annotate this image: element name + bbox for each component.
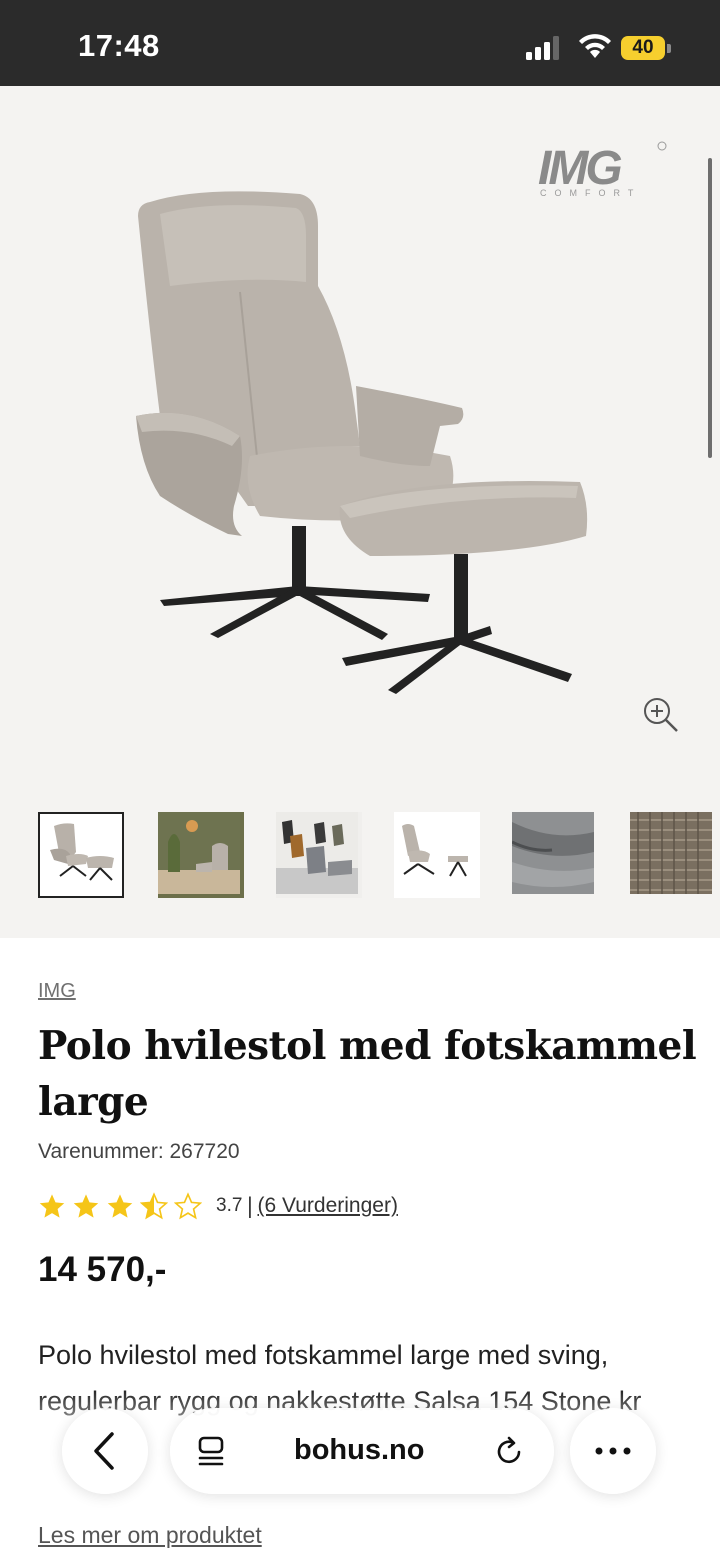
zoom-icon[interactable] bbox=[640, 694, 682, 736]
rating-count-link[interactable]: (6 Vurderinger) bbox=[258, 1194, 398, 1218]
battery-icon: 40 bbox=[621, 36, 671, 60]
rating-separator: | bbox=[246, 1194, 254, 1218]
rating-row: 3.7 | (6 Vurderinger) bbox=[38, 1190, 398, 1222]
read-more-link[interactable]: Les mer om produktet bbox=[38, 1522, 262, 1549]
reload-icon[interactable] bbox=[494, 1434, 526, 1468]
chevron-left-icon bbox=[94, 1432, 114, 1470]
signal-icon bbox=[526, 36, 559, 60]
address-bar[interactable]: bohus.no bbox=[170, 1408, 554, 1494]
thumbnail-4[interactable] bbox=[394, 812, 480, 898]
thumbnail-6[interactable] bbox=[630, 812, 716, 898]
star-full-icon bbox=[73, 1194, 99, 1218]
brand-link[interactable]: IMG bbox=[38, 980, 76, 1003]
star-full-icon bbox=[107, 1194, 133, 1218]
product-gallery[interactable]: IMG COMFORT bbox=[0, 86, 720, 938]
rating-stars bbox=[38, 1192, 208, 1220]
product-price: 14 570,- bbox=[38, 1250, 167, 1289]
status-time: 17:48 bbox=[78, 28, 160, 63]
thumbnail-5[interactable] bbox=[512, 812, 598, 898]
back-button[interactable] bbox=[62, 1408, 148, 1494]
star-half-icon bbox=[140, 1192, 168, 1220]
product-sku: Varenummer: 267720 bbox=[38, 1140, 240, 1163]
status-bar: 17:48 40 bbox=[0, 0, 720, 86]
wifi-icon bbox=[579, 34, 611, 58]
tabs-icon[interactable] bbox=[196, 1434, 228, 1468]
product-title: Polo hvilestol med fotskammel large bbox=[38, 1023, 697, 1125]
ellipsis-icon bbox=[595, 1447, 631, 1455]
svg-text:COMFORT: COMFORT bbox=[540, 188, 641, 198]
thumbnail-3[interactable] bbox=[276, 812, 362, 898]
thumbnail-1[interactable] bbox=[38, 812, 124, 898]
battery-level: 40 bbox=[621, 36, 665, 60]
thumbnail-strip bbox=[0, 812, 720, 902]
star-full-icon bbox=[39, 1194, 65, 1218]
gallery-scroll-indicator[interactable] bbox=[708, 158, 712, 458]
brand-logo: IMG COMFORT bbox=[538, 141, 667, 198]
url-text: bohus.no bbox=[294, 1434, 425, 1466]
rating-value: 3.7 bbox=[216, 1195, 243, 1216]
thumbnail-2[interactable] bbox=[158, 812, 244, 898]
star-empty-icon bbox=[174, 1192, 202, 1220]
more-options-button[interactable] bbox=[570, 1408, 656, 1494]
